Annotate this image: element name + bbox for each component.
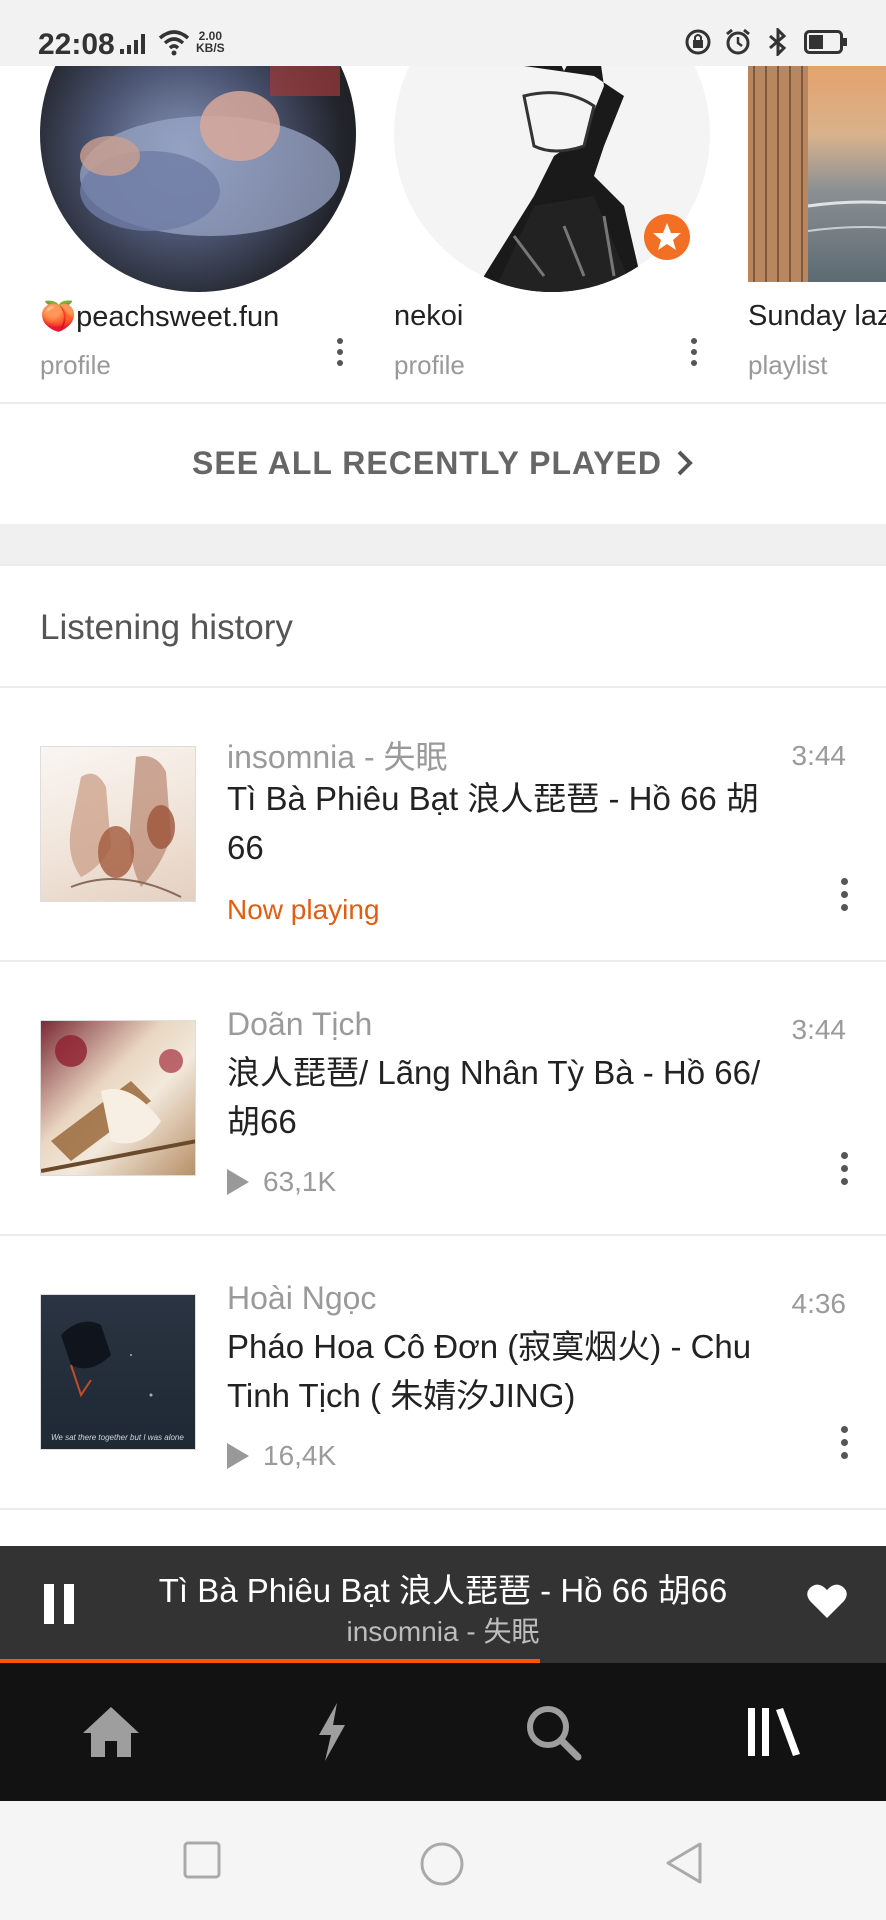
artwork-image — [41, 1035, 195, 1173]
divider — [0, 1508, 886, 1510]
play-count-value: 63,1K — [263, 1166, 337, 1197]
heart-icon[interactable] — [806, 1582, 848, 1620]
recently-played-name[interactable]: nekoi — [394, 300, 463, 333]
more-options-icon[interactable] — [688, 338, 700, 370]
track-duration: 4:36 — [791, 1288, 847, 1319]
play-count: 63,1K — [227, 1166, 336, 1198]
wifi-icon — [158, 30, 190, 56]
listening-history-header: Listening history — [0, 566, 886, 686]
play-count-value: 16,4K — [263, 1440, 337, 1471]
more-options-icon[interactable] — [334, 338, 346, 370]
track-artist: Doãn Tịch — [227, 1006, 373, 1042]
track-row[interactable]: insomnia - 失眠 Tì Bà Phiêu Bạt 浪人琵琶 - Hồ … — [0, 688, 886, 960]
see-all-label: SEE ALL RECENTLY PLAYED — [192, 444, 662, 481]
artwork-image: We sat there together but I was alone — [51, 1321, 184, 1442]
track-duration: 3:44 — [791, 740, 847, 771]
artwork-caption: We sat there together but I was alone — [51, 1433, 184, 1442]
section-title: Listening history — [40, 608, 293, 647]
more-options-icon[interactable] — [838, 1152, 850, 1192]
recently-played-carousel[interactable]: 🍑peachsweet.fun profile nekoi profile Su… — [0, 66, 886, 402]
status-time: 22:08 — [38, 28, 115, 61]
track-artwork[interactable] — [40, 746, 196, 902]
nav-stream[interactable] — [221, 1663, 442, 1801]
home-icon — [82, 1707, 139, 1757]
speed-unit: KB/S — [196, 41, 225, 55]
track-title: Pháo Hoa Cô Đơn (寂寞烟火) - Chu Tinh Tịch (… — [227, 1328, 752, 1414]
back-icon[interactable] — [664, 1841, 704, 1885]
pause-button[interactable] — [44, 1584, 78, 1624]
nav-library[interactable] — [663, 1663, 884, 1801]
library-icon — [747, 1708, 800, 1756]
track-artwork[interactable]: We sat there together but I was alone — [40, 1294, 196, 1450]
track-artwork[interactable] — [40, 1020, 196, 1176]
profile-avatar[interactable] — [40, 66, 356, 292]
signal-icon — [120, 34, 145, 54]
track-duration: 3:44 — [791, 1014, 847, 1045]
track-row[interactable]: Doãn Tịch 浪人琵琶/ Lãng Nhân Tỳ Bà - Hồ 66/… — [0, 962, 886, 1234]
recently-played-type: playlist — [748, 350, 828, 380]
battery-icon — [804, 30, 847, 54]
mini-player[interactable]: Tì Bà Phiêu Bạt 浪人琵琶 - Hồ 66 胡66 insomni… — [0, 1546, 886, 1662]
play-count: 16,4K — [227, 1440, 336, 1472]
play-count-icon — [227, 1169, 249, 1195]
play-count-icon — [227, 1443, 249, 1469]
status-icons — [684, 28, 848, 56]
recently-played-type: profile — [394, 350, 465, 380]
track-title: Tì Bà Phiêu Bạt 浪人琵琶 - Hồ 66 胡66 — [227, 780, 759, 866]
track-title: 浪人琵琶/ Lãng Nhân Tỳ Bà - Hồ 66/ 胡66 — [227, 1054, 761, 1140]
recently-played-name[interactable]: Sunday laz — [748, 300, 886, 333]
playlist-artwork[interactable] — [748, 66, 886, 282]
now-playing-label: Now playing — [227, 894, 380, 925]
mini-player-artist[interactable]: insomnia - 失眠 — [110, 1610, 776, 1650]
recently-played-type: profile — [40, 350, 111, 380]
track-row[interactable]: We sat there together but I was alone Ho… — [0, 1236, 886, 1508]
search-icon — [526, 1706, 581, 1761]
more-options-icon[interactable] — [838, 1426, 850, 1466]
network-speed: 2.00 KB/S — [196, 30, 225, 54]
chevron-right-icon — [677, 450, 693, 476]
nav-home[interactable] — [0, 1663, 221, 1801]
system-navigation-bar — [0, 1801, 886, 1920]
mini-player-title[interactable]: Tì Bà Phiêu Bạt 浪人琵琶 - Hồ 66 胡66 — [110, 1564, 776, 1612]
stream-icon — [318, 1703, 345, 1761]
playlist-image — [748, 66, 886, 282]
track-artist: Hoài Ngọc — [227, 1280, 377, 1316]
bottom-navigation — [0, 1663, 886, 1801]
status-bar: 22:08 2.00 KB/S — [0, 0, 886, 66]
artwork-image — [69, 756, 182, 898]
track-artist: insomnia - 失眠 — [227, 739, 448, 775]
nav-search[interactable] — [442, 1663, 663, 1801]
alarm-icon — [726, 28, 750, 55]
rotation-lock-icon — [685, 29, 711, 55]
see-all-recently-played-button[interactable]: SEE ALL RECENTLY PLAYED — [0, 404, 886, 522]
recently-played-name[interactable]: 🍑peachsweet.fun — [40, 300, 279, 334]
more-options-icon[interactable] — [838, 878, 850, 918]
recent-apps-icon[interactable] — [183, 1841, 221, 1879]
section-separator — [0, 524, 886, 564]
avatar-image — [80, 66, 340, 236]
home-button-icon[interactable] — [419, 1841, 465, 1887]
bluetooth-icon — [769, 28, 787, 56]
star-badge-icon — [644, 214, 690, 260]
